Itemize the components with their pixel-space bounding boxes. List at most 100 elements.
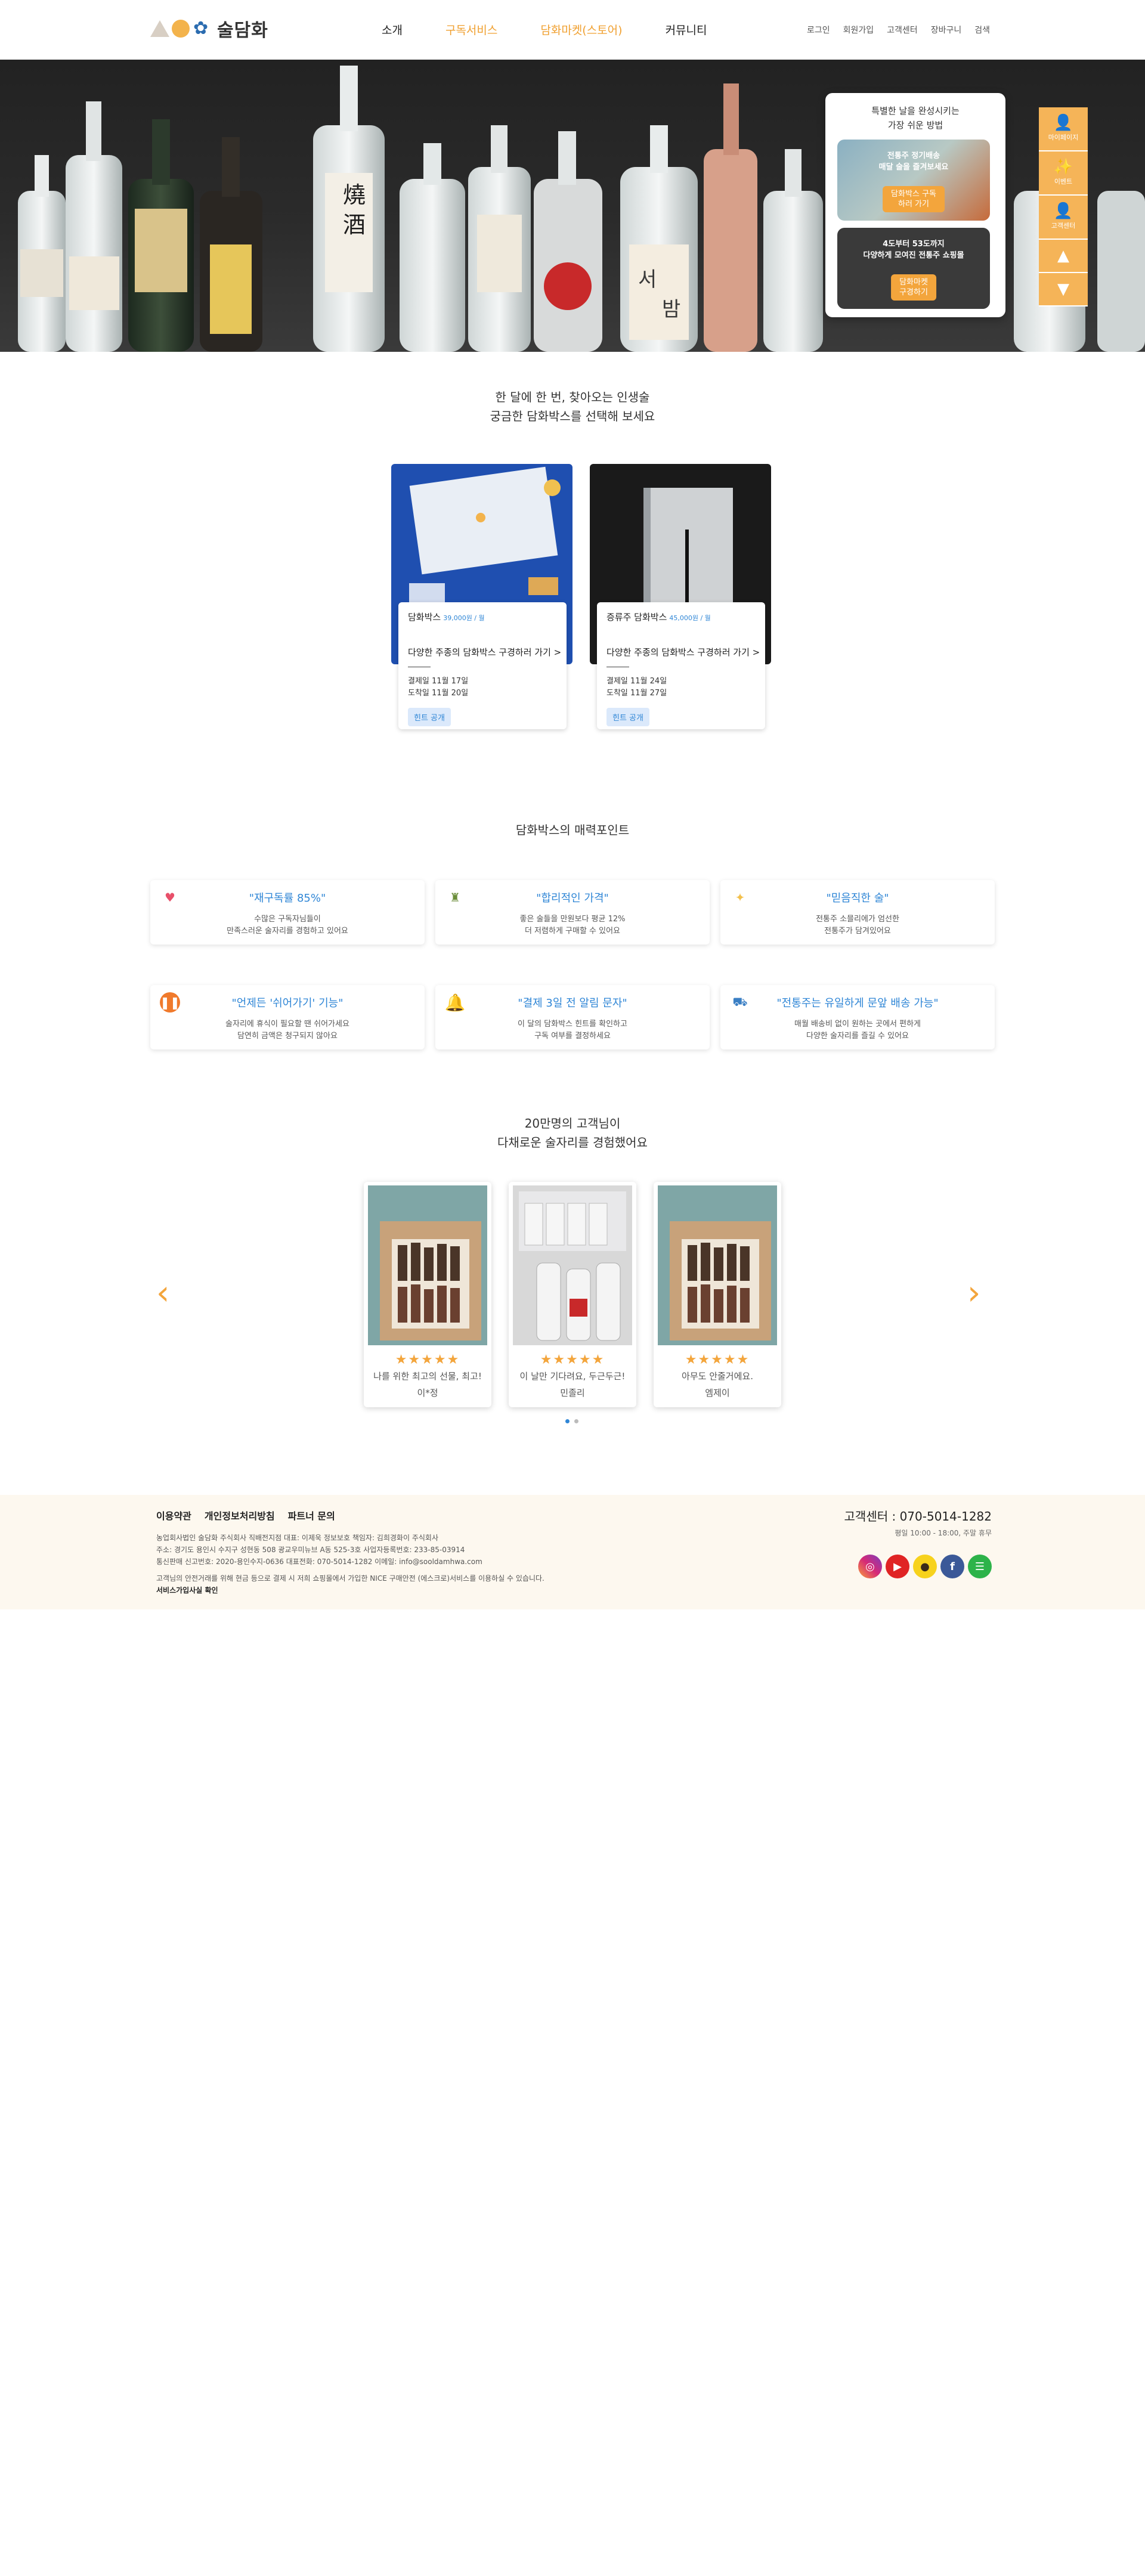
chevron-right-icon: ›	[967, 1274, 981, 1312]
feature-card: ♥ "재구독률 85%" 수많은 구독자님들이 만족스러운 술자리를 경험하고 …	[150, 880, 425, 945]
promo-card-subscription[interactable]: 전통주 정기배송 매달 술을 즐겨보세요 담화박스 구독 하러 가기	[837, 140, 990, 221]
escrow-verify-link[interactable]: 서비스가입사실 확인	[156, 1584, 693, 1596]
terms-link[interactable]: 이용약관	[156, 1508, 191, 1522]
subscribe-button[interactable]: 담화박스 구독 하러 가기	[883, 186, 945, 212]
customer-center-tel: 고객센터 : 070-5014-1282	[844, 1509, 992, 1524]
heart-icon: ♥	[165, 890, 175, 905]
partner-link[interactable]: 파트너 문의	[288, 1508, 335, 1522]
product-arrive-date: 도착일 11월 20일	[408, 689, 469, 698]
bottles-icon: ♜	[450, 890, 460, 905]
svg-text:서: 서	[638, 268, 657, 292]
review-author: 엠제이	[705, 1388, 730, 1398]
scroll-up-button[interactable]: ▲	[1039, 240, 1088, 273]
feature-title: "전통주는 유일하게 문앞 배송 가능"	[776, 997, 939, 1010]
review-photo	[368, 1185, 487, 1345]
feature-desc-line2: 담연히 금액은 청구되지 않아요	[237, 1032, 338, 1041]
feature-desc-line2: 더 저렴하게 구매할 수 있어요	[524, 927, 621, 936]
site-logo[interactable]: ✿ 술담화	[150, 16, 268, 42]
hint-button[interactable]: 힌트 공개	[408, 708, 451, 726]
review-card[interactable]: ★★★★★ 나를 위한 최고의 선물, 최고! 이*정	[364, 1182, 491, 1407]
product-name-text: 담화박스	[408, 612, 441, 623]
quick-cs-label: 고객센터	[1051, 222, 1076, 230]
chat-icon[interactable]: ☰	[968, 1555, 992, 1578]
svg-text:밤: 밤	[662, 298, 680, 321]
promo-title-line1: 특별한 날을 완성시키는	[871, 106, 960, 116]
feature-desc-line1: 전통주 소믈리에가 엄선한	[816, 915, 899, 924]
hint-button[interactable]: 힌트 공개	[606, 708, 649, 726]
promo-title-line2: 가장 쉬운 방법	[887, 120, 943, 131]
site-header: ✿ 술담화 소개 구독서비스 담화마켓(스토어) 커뮤니티 로그인 회원가입 고…	[0, 0, 1145, 60]
review-photo	[513, 1185, 632, 1345]
kakao-icon[interactable]: ●	[913, 1555, 937, 1578]
nav-item-store[interactable]: 담화마켓(스토어)	[540, 21, 622, 38]
product-price: 45,000원 / 월	[669, 614, 711, 622]
feature-card: ❚❚ "언제든 '쉬어가기' 기능" 술자리에 휴식이 필요할 땐 쉬어가세요 …	[150, 985, 425, 1049]
scroll-down-button[interactable]: ▼	[1039, 273, 1088, 306]
product-card-spirits[interactable]: 증류주 담화박스 45,000원 / 월 다양한 주종의 담화박스 구경하러 가기…	[590, 464, 771, 730]
logo-flower-icon: ✿	[193, 18, 209, 39]
company-info-line3: 통신판매 신고번호: 2020-용인수지-0636 대표전화: 070-5014…	[156, 1558, 482, 1566]
feature-desc-line2: 전통주가 담겨있어요	[824, 927, 891, 936]
market-button[interactable]: 담화마켓 구경하기	[891, 274, 936, 301]
customer-center: 고객센터 : 070-5014-1282 평일 10:00 - 18:00, 주…	[844, 1507, 992, 1538]
review-text: 아무도 안줄거에요.	[682, 1371, 753, 1382]
promo-card-subscription-line2: 매달 술을 즐겨보세요	[878, 163, 949, 172]
customer-center-link[interactable]: 고객센터	[887, 24, 918, 36]
nav-item-about[interactable]: 소개	[382, 21, 403, 38]
search-link[interactable]: 검색	[974, 24, 990, 36]
review-text: 이 날만 기다려요, 두근두근!	[519, 1371, 626, 1382]
youtube-icon[interactable]: ▶	[886, 1555, 909, 1578]
quick-event-button[interactable]: ✨ 이벤트	[1039, 151, 1088, 196]
product-info-damhwa: 담화박스 39,000원 / 월 다양한 주종의 담화박스 구경하러 가기 > 결…	[398, 602, 567, 729]
promo-card-subscription-line1: 전통주 정기배송	[887, 151, 940, 160]
feature-card: ♜ "합리적인 가격" 좋은 술들을 만원보다 평균 12% 더 저렴하게 구매…	[435, 880, 710, 945]
quick-mypage-button[interactable]: 👤 마이페이지	[1039, 107, 1088, 151]
product-info-spirits: 증류주 담화박스 45,000원 / 월 다양한 주종의 담화박스 구경하러 가기…	[597, 602, 765, 729]
market-button-line2: 구경하기	[899, 288, 928, 297]
quick-mypage-label: 마이페이지	[1048, 134, 1079, 141]
product-card-damhwa[interactable]: 담화박스 39,000원 / 월 다양한 주종의 담화박스 구경하러 가기 > 결…	[391, 464, 572, 730]
product-name-text: 증류주 담화박스	[606, 612, 667, 623]
instagram-icon[interactable]: ◎	[858, 1555, 882, 1578]
quick-event-label: 이벤트	[1054, 178, 1073, 185]
product-link[interactable]: 다양한 주종의 담화박스 구경하러 가기 >	[606, 646, 760, 667]
feature-desc-line1: 수많은 구독자님들이	[254, 915, 321, 924]
review-card[interactable]: ★★★★★ 아무도 안줄거에요. 엠제이	[654, 1182, 781, 1407]
feature-card: 🔔 "결제 3일 전 알림 문자" 이 달의 담화박스 힌트를 확인하고 구독 …	[435, 985, 710, 1049]
product-name: 증류주 담화박스 45,000원 / 월	[606, 611, 756, 623]
company-info-line1: 농업회사법인 술담화 주식회사 직배전지점 대표: 이제욱 정보보호 책임자: …	[156, 1534, 438, 1542]
promo-card-market-line1: 4도부터 53도까지	[883, 240, 945, 249]
feature-card: ✦ "믿음직한 술" 전통주 소믈리에가 엄선한 전통주가 담겨있어요	[720, 880, 995, 945]
review-card[interactable]: ★★★★★ 이 날만 기다려요, 두근두근! 민졸리	[509, 1182, 636, 1407]
review-photo	[658, 1185, 777, 1345]
carousel-prev-button[interactable]: ‹	[156, 1274, 169, 1312]
escrow-notice: 고객님의 안전거래를 위해 현금 등으로 결제 시 저희 쇼핑몰에서 가입한 N…	[156, 1574, 544, 1583]
privacy-link[interactable]: 개인정보처리방침	[205, 1508, 275, 1522]
carousel-next-button[interactable]: ›	[967, 1274, 980, 1312]
product-link[interactable]: 다양한 주종의 담화박스 구경하러 가기 >	[408, 646, 561, 667]
customer-center-hours: 평일 10:00 - 18:00, 주말 휴무	[895, 1529, 992, 1537]
intro-title-line1: 한 달에 한 번, 찾아오는 인생술	[495, 390, 650, 404]
pause-icon: ❚❚	[160, 992, 180, 1013]
feature-title: "언제든 '쉬어가기' 기능"	[231, 997, 344, 1010]
quick-cs-button[interactable]: 👤 고객센터	[1039, 196, 1088, 240]
promo-card-market[interactable]: 4도부터 53도까지 다양하게 모여진 전통주 쇼핑몰 담화마켓 구경하기	[837, 228, 990, 309]
facebook-icon[interactable]: f	[940, 1555, 964, 1578]
subscribe-button-line1: 담화박스 구독	[891, 190, 936, 199]
feature-title: "믿음직한 술"	[826, 892, 889, 905]
site-footer: 이용약관 개인정보처리방침 파트너 문의 농업회사법인 술담화 주식회사 직배전…	[0, 1495, 1145, 1609]
feature-desc-line1: 좋은 술들을 만원보다 평균 12%	[519, 915, 626, 924]
star-rating: ★★★★★	[685, 1352, 750, 1367]
login-link[interactable]: 로그인	[807, 24, 830, 36]
product-arrive-date: 도착일 11월 27일	[606, 689, 667, 698]
nav-item-community[interactable]: 커뮤니티	[666, 21, 707, 38]
svg-text:燒: 燒	[343, 182, 366, 208]
reviews-title-line1: 20만명의 고객님이	[524, 1116, 621, 1131]
cart-link[interactable]: 장바구니	[931, 24, 962, 36]
product-price: 39,000원 / 월	[443, 614, 485, 622]
signup-link[interactable]: 회원가입	[843, 24, 874, 36]
nav-item-subscription[interactable]: 구독서비스	[445, 21, 497, 38]
carousel-dot-active[interactable]	[565, 1419, 570, 1423]
carousel-dot[interactable]	[574, 1419, 578, 1423]
review-author: 이*정	[417, 1388, 438, 1398]
